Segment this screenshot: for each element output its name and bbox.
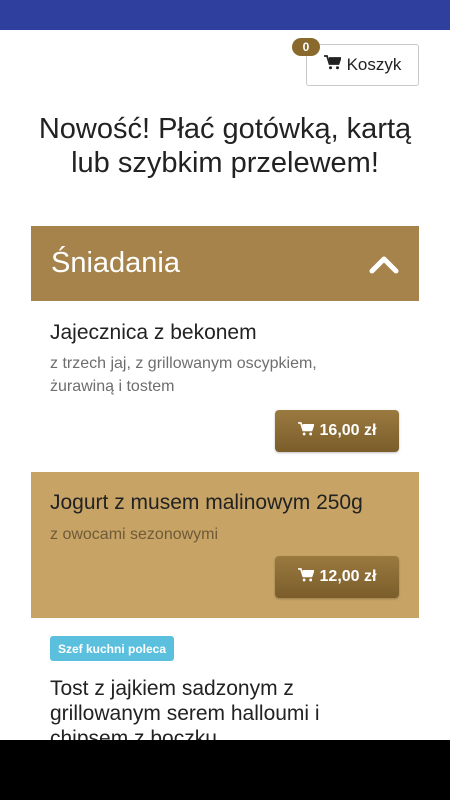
cart-label: Koszyk xyxy=(346,55,402,74)
status-bar xyxy=(0,0,450,30)
product-item: Jogurt z musem malinowym 250g z owocami … xyxy=(31,472,419,618)
price-label: 16,00 zł xyxy=(319,422,377,439)
promo-headline: Nowość! Płać gotówką, kartą lub szybkim … xyxy=(38,113,412,179)
cart-count-badge: 0 xyxy=(292,38,320,56)
product-item: Szef kuchni poleca Tost z jajkiem sadzon… xyxy=(31,620,419,750)
product-name: Jajecznica z bekonem xyxy=(50,321,257,344)
chef-recommends-badge: Szef kuchni poleca xyxy=(50,636,175,661)
category-header-breakfast[interactable]: Śniadania xyxy=(31,226,419,301)
product-item: Jajecznica z bekonem z trzech jaj, z gri… xyxy=(31,302,419,470)
cart-button[interactable]: Koszyk xyxy=(306,44,419,86)
navigation-bar xyxy=(0,740,450,800)
product-name: Jogurt z musem malinowym 250g xyxy=(50,491,363,514)
add-to-cart-button[interactable]: 16,00 zł xyxy=(275,410,399,452)
price-label: 12,00 zł xyxy=(319,568,377,585)
category-title: Śniadania xyxy=(51,247,180,279)
cart-icon xyxy=(297,567,315,587)
add-to-cart-button[interactable]: 12,00 zł xyxy=(275,556,399,598)
chevron-up-icon[interactable] xyxy=(369,254,399,274)
cart-icon xyxy=(323,55,342,75)
cart-icon xyxy=(297,421,315,441)
product-description: z trzech jaj, z grillowanym oscypkiem, ż… xyxy=(50,355,317,395)
product-description: z owocami sezonowymi xyxy=(50,526,219,543)
